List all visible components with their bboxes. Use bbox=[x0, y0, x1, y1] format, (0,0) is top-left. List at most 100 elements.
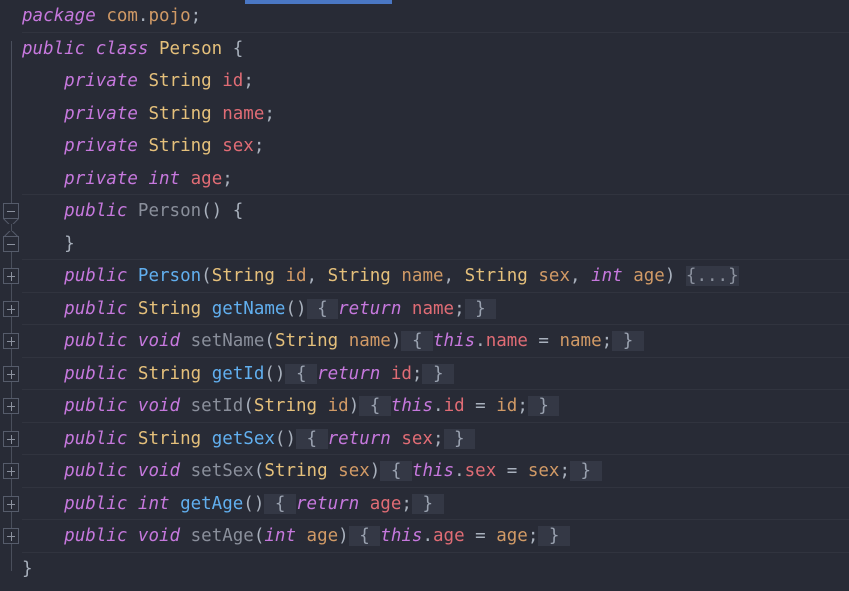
code-token-mthg: setSex bbox=[190, 461, 254, 481]
code-token-pun: = bbox=[464, 526, 497, 546]
code-token-kw: return bbox=[295, 493, 360, 514]
fold-plus-stroke-icon bbox=[11, 337, 12, 347]
fold-plus-stroke-icon bbox=[11, 402, 12, 412]
code-token-pun: ; bbox=[411, 363, 423, 384]
code-token-pun: () bbox=[201, 201, 223, 221]
fold-expand-icon[interactable] bbox=[3, 528, 19, 545]
code-token-kw: return bbox=[327, 428, 391, 449]
code-line[interactable]: public void setSex(String sex) { this.se… bbox=[22, 455, 849, 488]
code-line[interactable]: package com.pojo; bbox=[22, 0, 849, 33]
code-token-id: sex bbox=[538, 266, 570, 286]
code-token-pun: . bbox=[475, 331, 486, 351]
code-line[interactable]: } bbox=[22, 228, 849, 260]
fold-expand-icon[interactable] bbox=[3, 430, 19, 447]
code-line[interactable]: public void setId(String id) { this.id =… bbox=[22, 390, 849, 423]
code-line[interactable]: private int age; bbox=[22, 163, 849, 195]
code-line[interactable]: public String getName() { return name; } bbox=[22, 293, 849, 325]
fold-collapse-icon[interactable] bbox=[3, 235, 19, 252]
code-token-kw: private bbox=[64, 136, 138, 156]
code-editor[interactable]: package com.pojo; public class Person { p… bbox=[0, 0, 849, 591]
code-surface[interactable]: package com.pojo; public class Person { p… bbox=[22, 0, 849, 591]
code-token-pun: ; bbox=[264, 103, 275, 124]
fold-plus-stroke-icon bbox=[11, 304, 12, 314]
code-token-brace: { bbox=[348, 526, 381, 546]
code-token-pun: ; bbox=[527, 526, 539, 546]
code-token-pun: () bbox=[264, 363, 286, 384]
code-token-fld: age bbox=[369, 493, 402, 514]
code-line[interactable]: public int getAge() { return age; } bbox=[22, 488, 849, 520]
code-token-brace: { bbox=[401, 331, 434, 351]
code-line[interactable]: public Person(String id, String name, St… bbox=[22, 260, 849, 293]
code-token-mth: getId bbox=[211, 363, 265, 384]
fold-expand-icon[interactable] bbox=[3, 300, 19, 317]
code-token-pun: ; bbox=[559, 461, 570, 481]
code-line[interactable]: private String sex; bbox=[22, 130, 849, 163]
fold-expand-icon[interactable] bbox=[3, 365, 19, 382]
code-token-kw: int bbox=[148, 168, 181, 189]
code-line[interactable]: private String name; bbox=[22, 98, 849, 131]
code-token-ind bbox=[22, 299, 64, 319]
code-token-pun: = bbox=[496, 461, 528, 481]
code-token-pun: ; bbox=[454, 298, 465, 319]
code-line[interactable]: private String id; bbox=[22, 65, 849, 98]
code-token-kw: this bbox=[380, 526, 423, 546]
code-token-ind bbox=[22, 364, 64, 384]
code-line[interactable]: public void setAge(int age) { this.age =… bbox=[22, 520, 849, 553]
code-token-pun: = bbox=[527, 331, 560, 351]
code-line[interactable]: public String getSex() { return sex; } bbox=[22, 423, 849, 455]
code-token-ind bbox=[22, 104, 64, 124]
code-token-kw: this bbox=[390, 396, 434, 416]
code-token-id: sex bbox=[527, 461, 560, 481]
code-token-id: id bbox=[496, 396, 518, 416]
code-token-ind bbox=[22, 266, 64, 286]
code-token-kw: public bbox=[64, 266, 128, 286]
editor-gutter[interactable] bbox=[0, 0, 22, 591]
code-line[interactable]: } bbox=[22, 553, 849, 586]
fold-collapse-icon[interactable] bbox=[3, 203, 19, 220]
code-token-ind bbox=[22, 71, 64, 91]
code-token-mth: getAge bbox=[180, 493, 244, 514]
code-token-pun: , bbox=[306, 266, 328, 286]
code-line[interactable]: public Person() { bbox=[22, 195, 849, 228]
code-token-kw: int bbox=[591, 266, 623, 286]
code-token-typ: String bbox=[137, 363, 202, 384]
code-token-pun: ) bbox=[338, 526, 349, 546]
code-token-kw: return bbox=[338, 298, 402, 319]
code-token-typ: String bbox=[148, 103, 212, 124]
code-token-kw: public bbox=[64, 428, 128, 449]
code-token-id: com bbox=[106, 6, 138, 26]
code-token-id: age bbox=[496, 526, 528, 546]
fold-expand-icon[interactable] bbox=[3, 268, 19, 285]
code-token-pun: ) bbox=[348, 396, 360, 416]
code-token-kw: private bbox=[64, 103, 138, 124]
code-token-pun: ( bbox=[264, 331, 275, 351]
code-token-typ: String bbox=[464, 266, 528, 286]
code-line[interactable]: public String getId() { return id; } bbox=[22, 358, 849, 390]
code-line[interactable]: public class Person { bbox=[22, 33, 849, 66]
code-token-id: name bbox=[559, 331, 602, 351]
fold-minus-stroke-icon bbox=[7, 243, 15, 245]
code-line[interactable]: public void setName(String name) { this.… bbox=[22, 325, 849, 358]
code-token-mthg: setAge bbox=[190, 526, 254, 546]
code-token-kw: int bbox=[137, 493, 170, 514]
code-token-mth: Person bbox=[137, 266, 202, 286]
fold-minus-stroke-icon bbox=[7, 211, 15, 213]
code-token-kw: this bbox=[433, 331, 476, 351]
fold-expand-icon[interactable] bbox=[3, 463, 19, 480]
fold-expand-icon[interactable] bbox=[3, 398, 19, 415]
fold-expand-icon[interactable] bbox=[3, 495, 19, 512]
code-token-typ: String bbox=[211, 266, 275, 286]
fold-expand-icon[interactable] bbox=[3, 333, 19, 350]
